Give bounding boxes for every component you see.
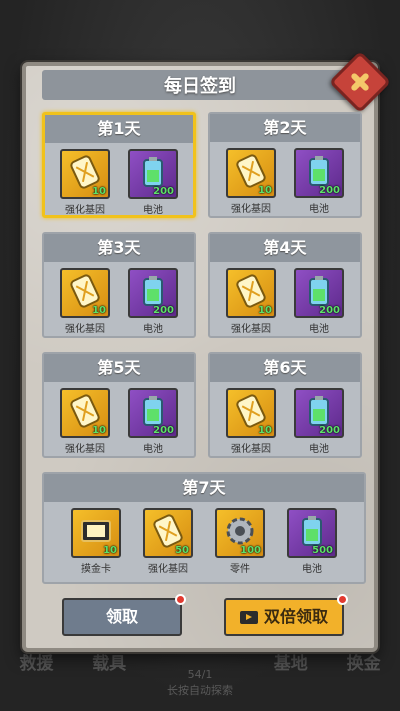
reward-name: 电池 [309, 204, 329, 215]
reward-name: 零件 [230, 564, 250, 575]
reward-item: 200 电池 [292, 268, 346, 335]
day-label: 第6天 [210, 354, 360, 382]
reward-item: 200 电池 [292, 148, 346, 215]
reward-name: 强化基因 [231, 204, 271, 215]
daily-checkin-dialog: 每日签到 第1天 10 强化基因 200 电池 第2天 10 强化基因 200 电池 第3天 10 强化… [22, 50, 392, 652]
day-card-5[interactable]: 第5天 10 强化基因 200 电池 [42, 352, 196, 458]
reward-icon-box: 10 [71, 508, 121, 558]
reward-name: 强化基因 [148, 564, 188, 575]
day-card-2[interactable]: 第2天 10 强化基因 200 电池 [208, 112, 362, 218]
reward-item: 10 强化基因 [224, 388, 278, 455]
day-card-3[interactable]: 第3天 10 强化基因 200 电池 [42, 232, 196, 338]
reward-name: 强化基因 [65, 444, 105, 455]
video-icon [239, 611, 258, 624]
reward-name: 强化基因 [231, 324, 271, 335]
reward-icon-box: 10 [60, 149, 110, 199]
day-label: 第1天 [45, 115, 193, 143]
reward-quantity: 200 [153, 425, 174, 436]
reward-name: 强化基因 [65, 324, 105, 335]
bg-nav-rescue: 救援 [19, 653, 54, 674]
reward-icon-box: 200 [128, 388, 178, 438]
reward-icon-box: 500 [287, 508, 337, 558]
reward-name: 电池 [143, 444, 163, 455]
reward-quantity: 200 [319, 425, 340, 436]
reward-quantity: 10 [258, 185, 272, 196]
day-card-4[interactable]: 第4天 10 强化基因 200 电池 [208, 232, 362, 338]
reward-quantity: 50 [175, 545, 189, 556]
reward-quantity: 10 [92, 186, 106, 197]
reward-item: 10 强化基因 [58, 388, 112, 455]
reward-name: 摸金卡 [81, 564, 111, 575]
reward-quantity: 200 [319, 305, 340, 316]
day-label: 第4天 [210, 234, 360, 262]
day-label: 第7天 [44, 474, 364, 502]
reward-icon-box: 200 [294, 388, 344, 438]
bg-nav-vehicle: 载具 [92, 653, 127, 674]
reward-item: 10 强化基因 [224, 268, 278, 335]
reward-icon-box: 200 [294, 268, 344, 318]
reward-name: 电池 [302, 564, 322, 575]
background-center: 54/1 长按自动探索 [160, 667, 240, 699]
notification-dot [337, 594, 348, 605]
reward-icon-box: 10 [226, 388, 276, 438]
reward-quantity: 100 [240, 545, 261, 556]
double-claim-button[interactable]: 双倍领取 [224, 594, 348, 636]
reward-name: 电池 [143, 205, 163, 216]
reward-quantity: 500 [312, 545, 333, 556]
reward-icon-box: 200 [128, 268, 178, 318]
reward-item: 500 电池 [285, 508, 339, 575]
reward-quantity: 10 [103, 545, 117, 556]
reward-item: 10 强化基因 [58, 268, 112, 335]
day-card-6[interactable]: 第6天 10 强化基因 200 电池 [208, 352, 362, 458]
reward-name: 强化基因 [231, 444, 271, 455]
bg-hint: 长按自动探索 [167, 684, 233, 697]
double-claim-label: 双倍领取 [263, 607, 328, 626]
reward-quantity: 10 [92, 305, 106, 316]
reward-quantity: 10 [258, 305, 272, 316]
reward-item: 200 电池 [126, 268, 180, 335]
reward-quantity: 10 [92, 425, 106, 436]
reward-icon-box: 10 [226, 148, 276, 198]
reward-quantity: 200 [153, 305, 174, 316]
reward-quantity: 200 [319, 185, 340, 196]
reward-quantity: 200 [153, 186, 174, 197]
reward-icon-box: 200 [294, 148, 344, 198]
reward-item: 100 零件 [213, 508, 267, 575]
bg-nav-exchange: 换金 [346, 653, 381, 674]
reward-item: 10 强化基因 [58, 149, 112, 216]
reward-icon-box: 50 [143, 508, 193, 558]
reward-name: 电池 [309, 444, 329, 455]
claim-button[interactable]: 领取 [62, 594, 186, 636]
claim-label: 领取 [105, 607, 138, 626]
day-label: 第5天 [44, 354, 194, 382]
bg-count: 54/1 [187, 668, 213, 681]
reward-icon-box: 200 [128, 149, 178, 199]
reward-item: 200 电池 [126, 388, 180, 455]
reward-icon-box: 10 [226, 268, 276, 318]
reward-item: 200 电池 [126, 149, 180, 216]
day-label: 第3天 [44, 234, 194, 262]
reward-name: 电池 [143, 324, 163, 335]
day-card-7[interactable]: 第7天 10 摸金卡 50 强化基因 100 零件 500 电池 [42, 472, 366, 584]
reward-item: 200 电池 [292, 388, 346, 455]
notification-dot [175, 594, 186, 605]
reward-icon-box: 10 [60, 268, 110, 318]
day-label: 第2天 [210, 114, 360, 142]
reward-item: 10 摸金卡 [69, 508, 123, 575]
reward-item: 50 强化基因 [141, 508, 195, 575]
reward-quantity: 10 [258, 425, 272, 436]
day-card-1[interactable]: 第1天 10 强化基因 200 电池 [42, 112, 196, 218]
reward-item: 10 强化基因 [224, 148, 278, 215]
reward-name: 强化基因 [65, 205, 105, 216]
reward-icon-box: 100 [215, 508, 265, 558]
bg-nav-base: 基地 [273, 653, 308, 674]
dialog-title: 每日签到 [164, 76, 236, 97]
reward-icon-box: 10 [60, 388, 110, 438]
reward-name: 电池 [309, 324, 329, 335]
